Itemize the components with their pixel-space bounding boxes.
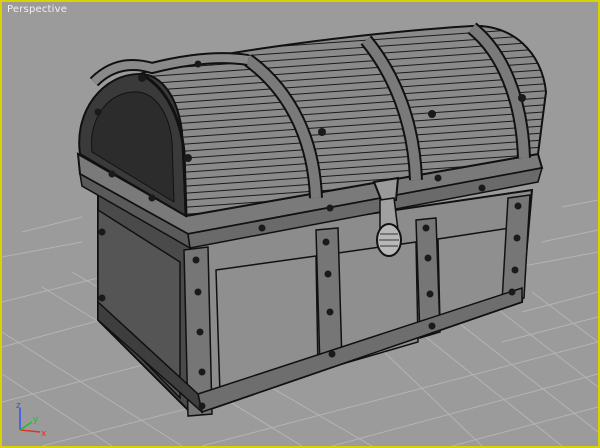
perspective-viewport[interactable]: Perspective z x y	[0, 0, 600, 448]
y-axis-label: y	[33, 415, 39, 425]
z-axis-label: z	[16, 401, 21, 411]
scene-canvas[interactable]	[2, 2, 598, 446]
axis-gizmo: z x y	[16, 401, 47, 439]
x-axis-label: x	[41, 429, 47, 439]
x-axis-line	[19, 429, 41, 433]
y-axis-line	[19, 421, 33, 431]
viewport-label[interactable]: Perspective	[7, 4, 67, 15]
